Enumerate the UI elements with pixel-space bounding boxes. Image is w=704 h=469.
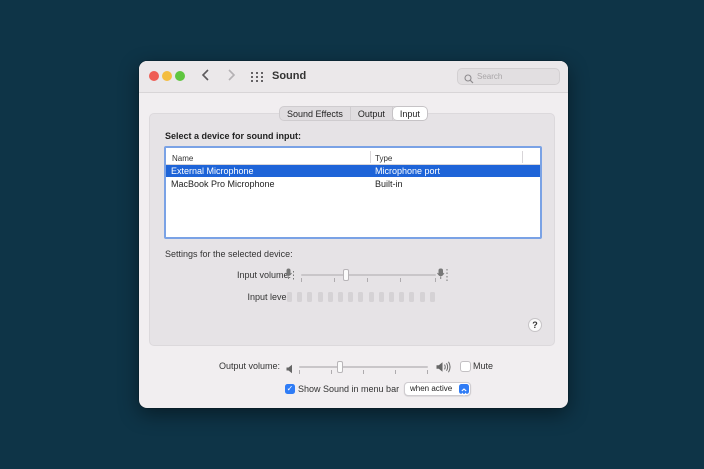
show-in-menu-bar-checkbox[interactable]: ✓: [285, 384, 295, 394]
device-table[interactable]: Name Type External Microphone Microphone…: [164, 146, 542, 239]
microphone-high-icon: [437, 268, 448, 282]
help-button[interactable]: ?: [528, 318, 542, 332]
search-field[interactable]: Search: [457, 68, 560, 85]
level-segment: [348, 292, 354, 302]
slider-tick: [299, 370, 300, 374]
level-segment: [297, 292, 303, 302]
tab-bar: Sound Effects Output Input: [279, 106, 428, 121]
level-segment: [358, 292, 364, 302]
tab-input[interactable]: Input: [392, 107, 427, 120]
slider-tick: [367, 278, 368, 282]
mute-label: Mute: [473, 361, 494, 371]
device-name: External Microphone: [171, 166, 254, 176]
speaker-low-icon: [286, 361, 294, 379]
close-button[interactable]: [149, 71, 159, 81]
slider-tick: [427, 370, 428, 374]
table-row[interactable]: External Microphone Microphone port: [166, 165, 540, 177]
chevron-right-icon[interactable]: [226, 68, 236, 86]
speaker-high-icon: [436, 360, 452, 378]
output-volume-slider[interactable]: [337, 361, 344, 373]
slider-tick: [301, 278, 302, 282]
level-segment: [307, 292, 313, 302]
window-title: Sound: [272, 70, 307, 82]
input-panel: Select a device for sound input: Name Ty…: [149, 113, 555, 346]
input-level-label: Input level:: [247, 292, 291, 302]
chevron-left-icon[interactable]: [201, 68, 211, 86]
tab-output[interactable]: Output: [351, 107, 393, 120]
input-volume-track[interactable]: [301, 274, 436, 276]
device-type: Microphone port: [375, 166, 441, 176]
menu-bar-mode-value: when active: [410, 384, 453, 393]
level-segment: [399, 292, 405, 302]
output-volume-track[interactable]: [299, 366, 428, 368]
popup-arrows-icon: [459, 384, 469, 396]
level-segment: [409, 292, 415, 302]
sound-preferences-window: Sound Search Sound Effects Output Input …: [139, 61, 568, 408]
search-icon: [464, 71, 474, 84]
title-bar: Sound Search: [139, 61, 568, 93]
tab-sound-effects[interactable]: Sound Effects: [280, 107, 351, 120]
slider-tick: [363, 370, 364, 374]
level-segment: [419, 292, 425, 302]
level-segment: [287, 292, 292, 302]
settings-label: Settings for the selected device:: [165, 249, 293, 259]
column-header-type[interactable]: Type: [375, 154, 392, 163]
search-placeholder: Search: [477, 72, 503, 81]
device-section-label: Select a device for sound input:: [165, 131, 302, 141]
slider-tick: [331, 370, 332, 374]
slider-tick: [334, 278, 335, 282]
output-volume-label: Output volume:: [219, 361, 281, 371]
input-volume-label: Input volume:: [236, 270, 291, 280]
level-segment: [338, 292, 343, 302]
table-row[interactable]: MacBook Pro Microphone Built-in: [166, 178, 540, 190]
level-segment: [378, 292, 384, 302]
level-segment: [317, 292, 323, 302]
grid-icon[interactable]: [251, 72, 263, 82]
device-name: MacBook Pro Microphone: [171, 179, 275, 189]
level-segment: [389, 292, 394, 302]
slider-tick: [435, 278, 436, 282]
slider-tick: [395, 370, 396, 374]
input-volume-slider[interactable]: [342, 269, 349, 281]
menu-bar-mode-popup[interactable]: when active: [404, 382, 471, 396]
level-segment: [429, 292, 435, 302]
slider-tick: [400, 278, 401, 282]
minimize-button[interactable]: [162, 71, 172, 81]
show-in-menu-bar-label: Show Sound in menu bar: [298, 384, 400, 394]
column-separator: [522, 151, 523, 163]
level-segment: [327, 292, 333, 302]
microphone-low-icon: [285, 268, 295, 282]
mute-checkbox[interactable]: [460, 361, 471, 372]
column-separator: [370, 151, 371, 163]
column-header-name[interactable]: Name: [172, 154, 193, 163]
zoom-button[interactable]: [175, 71, 185, 81]
level-segment: [368, 292, 374, 302]
device-type: Built-in: [375, 179, 403, 189]
